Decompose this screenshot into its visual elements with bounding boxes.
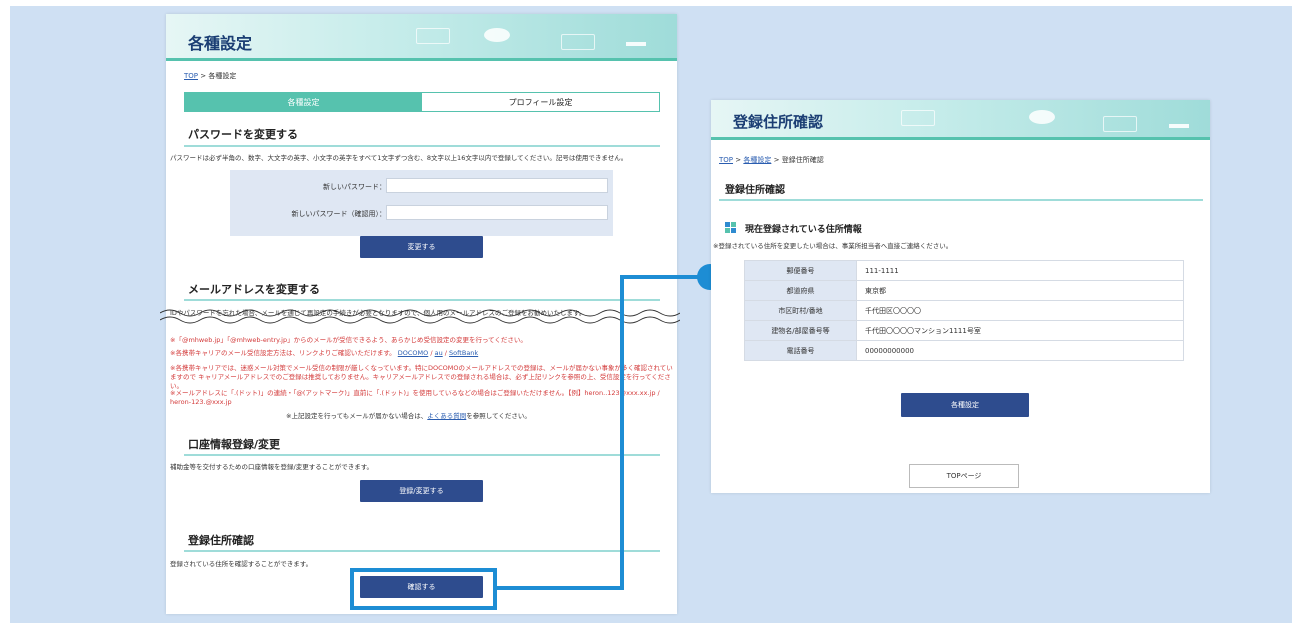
decor-grid-icon — [1103, 116, 1137, 132]
settings-header: 各種設定 — [166, 14, 677, 61]
decor-grid-icon — [561, 34, 595, 50]
info-note: ※登録されている住所を変更したい場合は、事業所担当者へ直接ご連絡ください。 — [713, 242, 953, 250]
softbank-link[interactable]: SoftBank — [449, 349, 478, 357]
breadcrumb: TOP > 各種設定 — [184, 71, 236, 81]
table-row: 市区町村/番地 千代田区〇〇〇〇 — [744, 300, 1184, 321]
divider — [184, 550, 660, 552]
divider — [184, 299, 660, 301]
carrier-note-text: ※各携帯キャリアのメール受信設定方法は、リンクよりご確認いただけます。 — [170, 349, 396, 357]
au-link[interactable]: au — [435, 349, 443, 357]
row-label: 都道府県 — [744, 280, 857, 301]
highlight-box — [350, 568, 497, 610]
breadcrumb-separator: > — [773, 156, 780, 164]
page-title: 各種設定 — [188, 34, 253, 53]
breadcrumb-top-link[interactable]: TOP — [719, 156, 733, 164]
settings-tabs: 各種設定 プロフィール設定 — [184, 92, 660, 112]
email-note-carriers: ※各携帯キャリアのメール受信設定方法は、リンクよりご確認いただけます。 DOCO… — [170, 349, 479, 357]
email-section-title: メールアドレスを変更する — [188, 283, 320, 296]
divider — [184, 145, 660, 147]
confirm-password-label: 新しいパスワード（確認用）： — [291, 210, 387, 218]
settings-button[interactable]: 各種設定 — [901, 393, 1029, 417]
faq-note-prefix: ※上記設定を行ってもメールが届かない場合は、 — [286, 412, 428, 420]
monitor-icon — [626, 34, 646, 46]
table-row: 電話番号 00000000000 — [744, 340, 1184, 361]
address-header: 登録住所確認 — [711, 100, 1210, 140]
break-line — [160, 309, 680, 324]
table-row: 建物名/部屋番号等 千代田〇〇〇〇マンション1111号室 — [744, 320, 1184, 341]
password-section-title: パスワードを変更する — [188, 128, 298, 141]
row-value: 00000000000 — [856, 340, 1184, 361]
heart-icon — [1029, 110, 1055, 124]
decor-pattern-icon — [901, 110, 935, 126]
breadcrumb-separator: > — [200, 72, 207, 80]
connector-line — [497, 586, 624, 590]
change-password-button[interactable]: 変更する — [360, 236, 483, 258]
divider — [184, 454, 660, 456]
grid-icon — [725, 222, 736, 233]
section-title: 登録住所確認 — [725, 185, 785, 196]
new-password-label: 新しいパスワード： — [323, 183, 386, 191]
breadcrumb: TOP > 各種設定 > 登録住所確認 — [719, 155, 824, 165]
tab-profile[interactable]: プロフィール設定 — [422, 93, 659, 111]
row-label: 市区町村/番地 — [744, 300, 857, 321]
address-table: 郵便番号 111-1111 都道府県 東京都 市区町村/番地 千代田区〇〇〇〇 … — [744, 260, 1184, 361]
top-page-button[interactable]: TOPページ — [909, 464, 1019, 488]
breadcrumb-settings-link[interactable]: 各種設定 — [743, 156, 771, 164]
decor-pattern-icon — [416, 28, 450, 44]
bank-description: 補助金等を交付するための口座情報を登録/変更することができます。 — [170, 463, 374, 471]
monitor-icon — [1169, 116, 1189, 128]
info-title: 現在登録されている住所情報 — [745, 225, 862, 235]
bank-section-title: 口座情報登録/変更 — [188, 438, 281, 451]
confirm-password-input[interactable] — [386, 205, 608, 220]
row-value: 東京都 — [856, 280, 1184, 301]
address-confirm-page: 登録住所確認 TOP > 各種設定 > 登録住所確認 登録住所確認 現在登録され… — [711, 100, 1210, 493]
breadcrumb-current: 各種設定 — [208, 72, 237, 80]
divider — [719, 199, 1203, 201]
password-description: パスワードは必ず半角の、数字、大文字の英字、小文字の英字をすべて1文字ずつ含む、… — [170, 154, 628, 162]
row-label: 電話番号 — [744, 340, 857, 361]
heart-icon — [484, 28, 510, 42]
breadcrumb-top-link[interactable]: TOP — [184, 72, 198, 80]
email-note-carrier-warning: ※各携帯キャリアでは、迷惑メール対策でメール受信の制限が厳しくなっています。特に… — [170, 364, 673, 390]
address-section-title: 登録住所確認 — [188, 534, 254, 547]
password-form: 新しいパスワード： 新しいパスワード（確認用）： — [230, 170, 613, 236]
faq-note-suffix: を参照してください。 — [466, 412, 531, 420]
page-title: 登録住所確認 — [733, 113, 824, 131]
breadcrumb-separator: > — [735, 156, 742, 164]
row-label: 建物名/部屋番号等 — [744, 320, 857, 341]
table-row: 都道府県 東京都 — [744, 280, 1184, 301]
docomo-link[interactable]: DOCOMO — [398, 349, 429, 357]
row-value: 千代田〇〇〇〇マンション1111号室 — [856, 320, 1184, 341]
row-value: 111-1111 — [856, 260, 1184, 281]
table-row: 郵便番号 111-1111 — [744, 260, 1184, 281]
connector-line — [620, 277, 624, 589]
row-value: 千代田区〇〇〇〇 — [856, 300, 1184, 321]
breadcrumb-current: 登録住所確認 — [781, 156, 824, 164]
new-password-input[interactable] — [386, 178, 608, 193]
email-note-domains: ※「@mhweb.jp」「@mhweb-entry.jp」からのメールが受信でき… — [170, 336, 527, 344]
bank-register-button[interactable]: 登録/変更する — [360, 480, 483, 502]
tab-settings[interactable]: 各種設定 — [185, 93, 422, 111]
email-note-format: ※メールアドレスに「.(ドット)」の連続・「@(アットマーク)」直前に「.(ドッ… — [170, 389, 660, 406]
row-label: 郵便番号 — [744, 260, 857, 281]
faq-link[interactable]: よくある質問 — [427, 412, 466, 420]
email-note-faq: ※上記設定を行ってもメールが届かない場合は、よくある質問を参照してください。 — [286, 412, 676, 421]
